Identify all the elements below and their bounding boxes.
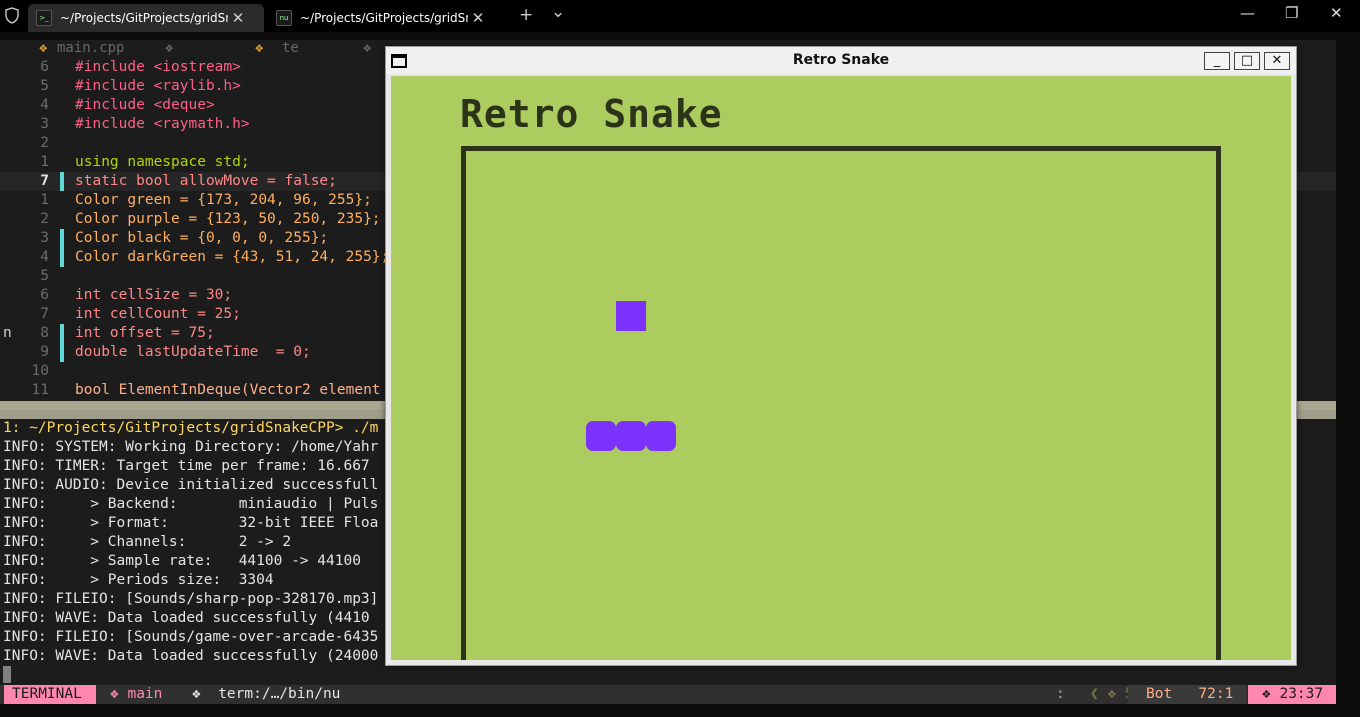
shield-icon[interactable] <box>5 7 19 24</box>
clock: ❖ 23:37 <box>1248 685 1336 704</box>
line-number: 5 <box>40 78 49 94</box>
terminal-icon: >_ <box>36 10 52 26</box>
line-number: 10 <box>31 363 49 379</box>
code-text: Color darkGreen = {43, 51, 24, 255}; <box>75 249 390 265</box>
code-text: #include <iostream> <box>75 59 241 75</box>
close-icon[interactable]: ✕ <box>468 9 488 27</box>
game-window[interactable]: Retro Snake _ □ ✕ Retro Snake <box>385 46 1297 666</box>
terminal-line: INFO: > Periods size: 3304 <box>3 572 274 588</box>
terminal-line: INFO: > Sample rate: 44100 -> 44100 <box>3 553 361 569</box>
mode-indicator: TERMINAL <box>4 685 96 704</box>
git-change-marker <box>60 324 64 343</box>
line-number: 4 <box>40 97 49 113</box>
buffer-marker: ❖ <box>39 40 48 56</box>
new-tab-button[interactable]: + <box>519 5 533 25</box>
window-margin <box>1336 32 1360 717</box>
code-text: int cellSize = 30; <box>75 287 233 303</box>
git-change-marker <box>60 343 64 362</box>
line-number: 7 <box>40 306 49 322</box>
file-path: ❖ term:/…/bin/nu <box>192 686 341 702</box>
line-number: 3 <box>40 230 49 246</box>
minimize-button[interactable]: — <box>1240 4 1255 22</box>
code-text: #include <raylib.h> <box>75 78 241 94</box>
terminal-line: INFO: WAVE: Data loaded successfully (44… <box>3 610 370 626</box>
terminal-line: INFO: > Format: 32-bit IEEE Floa <box>3 515 379 531</box>
line-number: 1 <box>40 192 49 208</box>
code-text: bool ElementInDeque(Vector2 element <box>75 382 381 398</box>
line-number: 5 <box>40 268 49 284</box>
line-number: 6 <box>40 59 49 75</box>
game-canvas[interactable]: Retro Snake <box>391 76 1291 660</box>
line-number: 8 <box>40 325 49 341</box>
git-change-marker <box>60 229 64 248</box>
tab-dropdown-button[interactable]: ⌄ <box>551 2 565 22</box>
code-text: #include <raymath.h> <box>75 116 250 132</box>
game-heading: Retro Snake <box>460 92 723 136</box>
snake-segment <box>646 421 676 451</box>
terminal-line: INFO: > Backend: miniaudio | Puls <box>3 496 379 512</box>
host-tab-bar: >_ ~/Projects/GitProjects/gridSnak ✕ nu … <box>0 0 1360 32</box>
terminal-line: INFO: SYSTEM: Working Directory: /home/Y… <box>3 439 379 455</box>
line-number: 3 <box>40 116 49 132</box>
terminal-line: INFO: FILEIO: [Sounds/game-over-arcade-6… <box>3 629 379 645</box>
line-number: 2 <box>40 135 49 151</box>
food <box>616 301 646 331</box>
game-window-title: Retro Snake <box>792 52 890 68</box>
code-text: int offset = 75; <box>75 325 215 341</box>
git-branch: ❖ main <box>96 685 178 704</box>
tab-title: ~/Projects/GitProjects/gridSnak <box>60 11 228 25</box>
code-text: static bool allowMove = false; <box>75 173 337 189</box>
code-text: Color black = {0, 0, 0, 255}; <box>75 230 329 246</box>
terminal-prompt: 1: ~/Projects/GitProjects/gridSnakeCPP> … <box>3 420 379 436</box>
game-close-button[interactable]: ✕ <box>1264 52 1290 70</box>
line-number: 2 <box>40 211 49 227</box>
status-separator: : <box>1056 686 1065 702</box>
terminal-line: INFO: AUDIO: Device initialized successf… <box>3 477 379 493</box>
close-icon[interactable]: ✕ <box>228 9 248 27</box>
status-line: TERMINAL ❖ main ❖ term:/…/bin/nu : ❮ ❖ 5… <box>0 685 1336 704</box>
tab-title: ~/Projects/GitProjects/gridSnak <box>300 11 468 25</box>
code-text: Color purple = {123, 50, 250, 235}; <box>75 211 381 227</box>
snake-segment <box>616 421 646 451</box>
maximize-button[interactable]: ❐ <box>1285 4 1298 22</box>
git-change-marker <box>60 248 64 267</box>
game-board <box>461 146 1221 660</box>
buffer-tab-sep: ❖ <box>165 40 174 56</box>
game-minimize-button[interactable]: _ <box>1204 52 1230 70</box>
line-number: 11 <box>31 382 49 398</box>
line-number: 6 <box>40 287 49 303</box>
line-number: 7 <box>40 173 49 189</box>
terminal-line: INFO: WAVE: Data loaded successfully (24… <box>3 648 379 664</box>
line-number: 9 <box>40 344 49 360</box>
close-button[interactable]: ✕ <box>1330 4 1343 22</box>
tab-terminal-2[interactable]: nu ~/Projects/GitProjects/gridSnak ✕ <box>268 4 504 32</box>
line-number: 4 <box>40 249 49 265</box>
terminal-cursor <box>3 666 11 683</box>
buffer-tab-main[interactable]: main.cpp <box>57 40 124 56</box>
snake-segment <box>586 421 616 451</box>
code-text: int cellCount = 25; <box>75 306 241 322</box>
code-text: using namespace std; <box>75 154 250 170</box>
buffer-tab-sep: ❖ <box>363 40 372 56</box>
game-maximize-button[interactable]: □ <box>1234 52 1260 70</box>
game-window-titlebar[interactable]: Retro Snake _ □ ✕ <box>386 47 1296 74</box>
code-text: double lastUpdateTime = 0; <box>75 344 311 360</box>
terminal-line: INFO: FILEIO: [Sounds/sharp-pop-328170.m… <box>3 591 379 607</box>
nushell-icon: nu <box>276 10 292 26</box>
terminal-line: INFO: TIMER: Target time per frame: 16.6… <box>3 458 370 474</box>
git-change-marker <box>60 172 64 191</box>
buffer-tab-term[interactable]: te <box>282 40 299 56</box>
line-number: 1 <box>40 154 49 170</box>
cursor-position: Bot 72:1 <box>1128 685 1246 704</box>
code-text: #include <deque> <box>75 97 215 113</box>
buffer-marker: ❖ <box>255 40 264 56</box>
tab-terminal-1[interactable]: >_ ~/Projects/GitProjects/gridSnak ✕ <box>28 4 264 32</box>
terminal-line: INFO: > Channels: 2 -> 2 <box>3 534 292 550</box>
code-text: Color green = {173, 204, 96, 255}; <box>75 192 372 208</box>
